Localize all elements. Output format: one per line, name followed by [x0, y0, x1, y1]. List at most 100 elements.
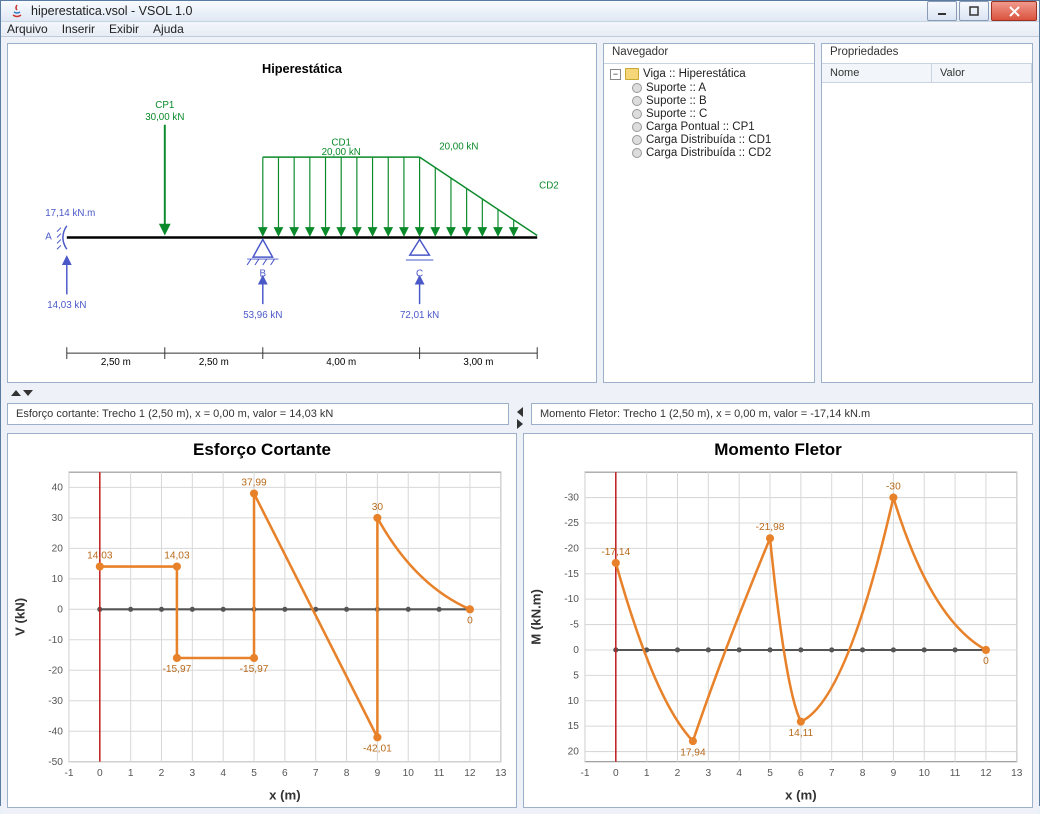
folder-icon — [625, 68, 639, 80]
moment-chart-panel: Momento Fletor -1012345678910111213-30-2… — [523, 433, 1033, 808]
svg-text:0: 0 — [983, 656, 989, 667]
svg-text:6: 6 — [282, 768, 288, 779]
tree-item-label: Suporte :: B — [646, 95, 707, 107]
tree-item[interactable]: Carga Pontual :: CP1 — [632, 121, 808, 133]
support-b-icon — [253, 239, 273, 257]
tree-item[interactable]: Carga Distribuída :: CD1 — [632, 134, 808, 146]
shear-info-strip: Esforço cortante: Trecho 1 (2,50 m), x =… — [7, 403, 509, 425]
close-button[interactable] — [991, 1, 1037, 21]
svg-text:-15: -15 — [564, 569, 579, 580]
titlebar: hiperestatica.vsol - VSOL 1.0 — [1, 1, 1039, 22]
svg-text:11: 11 — [434, 768, 445, 779]
info-strips: Esforço cortante: Trecho 1 (2,50 m), x =… — [7, 403, 1033, 429]
horizontal-splitter[interactable] — [7, 387, 1033, 399]
svg-text:-42,01: -42,01 — [363, 744, 392, 755]
svg-text:V (kN): V (kN) — [12, 598, 27, 636]
svg-text:30: 30 — [52, 513, 64, 524]
beam-diagram[interactable]: Hiperestática A 17,14 kN.m 14,03 kN — [8, 44, 596, 382]
cp1-value: 30,00 kN — [145, 112, 184, 123]
svg-text:20: 20 — [52, 543, 64, 554]
props-col-value[interactable]: Valor — [931, 64, 1031, 83]
svg-text:-1: -1 — [580, 768, 589, 779]
splitter-left-icon — [517, 407, 523, 417]
svg-text:11: 11 — [950, 768, 961, 779]
gear-icon — [632, 83, 642, 93]
svg-text:20: 20 — [568, 747, 580, 758]
properties-table: Nome Valor — [822, 64, 1032, 83]
svg-text:10: 10 — [919, 768, 931, 779]
shear-chart[interactable]: -1012345678910111213-50-40-30-20-1001020… — [8, 462, 516, 807]
tree-toggle-icon[interactable]: − — [610, 69, 621, 80]
svg-text:7: 7 — [829, 768, 835, 779]
splitter-down-icon — [23, 390, 33, 396]
dim-span3: 4,00 m — [326, 357, 356, 368]
tree-item[interactable]: Suporte :: A — [632, 82, 808, 94]
svg-text:5: 5 — [573, 670, 579, 681]
gear-icon — [632, 122, 642, 132]
svg-text:40: 40 — [52, 482, 64, 493]
vertical-splitter[interactable] — [515, 403, 525, 429]
cd2-right-value: 20,00 kN — [439, 141, 478, 152]
maximize-button[interactable] — [959, 1, 989, 21]
tree-root-label: Viga :: Hiperestática — [643, 68, 746, 80]
svg-text:17,94: 17,94 — [680, 747, 706, 758]
menu-exibir[interactable]: Exibir — [109, 22, 139, 36]
svg-text:14,03: 14,03 — [87, 550, 113, 561]
beam-panel: Hiperestática A 17,14 kN.m 14,03 kN — [7, 43, 597, 383]
svg-text:-20: -20 — [564, 543, 579, 554]
svg-text:2: 2 — [159, 768, 165, 779]
tree-item[interactable]: Suporte :: C — [632, 108, 808, 120]
moment-chart-title: Momento Fletor — [524, 434, 1032, 462]
svg-text:-21,98: -21,98 — [756, 522, 785, 533]
svg-text:-20: -20 — [48, 665, 63, 676]
svg-text:9: 9 — [375, 768, 381, 779]
svg-text:-17,14: -17,14 — [601, 547, 630, 558]
shear-chart-title: Esforço Cortante — [8, 434, 516, 462]
gear-icon — [632, 96, 642, 106]
svg-text:13: 13 — [1011, 768, 1023, 779]
svg-text:-25: -25 — [564, 518, 579, 529]
navigator-header: Navegador — [604, 44, 814, 64]
tree-item-label: Carga Pontual :: CP1 — [646, 121, 755, 133]
svg-text:12: 12 — [464, 768, 476, 779]
svg-text:15: 15 — [568, 721, 580, 732]
svg-text:-30: -30 — [48, 696, 63, 707]
svg-text:0: 0 — [573, 645, 579, 656]
dim-span1: 2,50 m — [101, 357, 131, 368]
cd1-value: 20,00 kN — [322, 147, 361, 158]
tree-item-label: Suporte :: C — [646, 108, 707, 120]
tree-item-label: Carga Distribuída :: CD1 — [646, 134, 771, 146]
tree-item[interactable]: Carga Distribuída :: CD2 — [632, 147, 808, 159]
tree-root[interactable]: − Viga :: Hiperestática — [610, 68, 808, 80]
svg-text:x (m): x (m) — [269, 787, 301, 802]
properties-header: Propriedades — [822, 44, 1032, 64]
svg-text:2: 2 — [675, 768, 681, 779]
menu-arquivo[interactable]: Arquivo — [7, 22, 48, 36]
svg-text:0: 0 — [57, 604, 63, 615]
tree-item-label: Carga Distribuída :: CD2 — [646, 147, 771, 159]
cd2-arrows — [431, 168, 517, 236]
menu-inserir[interactable]: Inserir — [62, 22, 95, 36]
navigator-panel: Navegador − Viga :: Hiperestática Suport… — [603, 43, 815, 383]
tree-item[interactable]: Suporte :: B — [632, 95, 808, 107]
gear-icon — [632, 109, 642, 119]
support-a-icon — [63, 226, 67, 250]
reaction-b: 53,96 kN — [243, 310, 282, 321]
moment-chart[interactable]: -1012345678910111213-30-25-20-15-10-5051… — [524, 462, 1032, 807]
cp1-name: CP1 — [155, 100, 174, 111]
charts-row: Esforço Cortante -1012345678910111213-50… — [7, 433, 1033, 808]
svg-text:0: 0 — [97, 768, 103, 779]
minimize-button[interactable] — [927, 1, 957, 21]
svg-text:-30: -30 — [564, 493, 579, 504]
props-col-name[interactable]: Nome — [822, 64, 931, 83]
cd2-name: CD2 — [539, 181, 559, 192]
svg-text:3: 3 — [706, 768, 712, 779]
svg-text:-1: -1 — [64, 768, 73, 779]
navigator-tree[interactable]: − Viga :: Hiperestática Suporte :: A Sup… — [604, 64, 814, 164]
splitter-right-icon — [517, 419, 523, 429]
svg-text:14,11: 14,11 — [789, 728, 814, 739]
java-icon — [9, 3, 25, 19]
svg-text:-15,97: -15,97 — [163, 664, 192, 675]
menu-ajuda[interactable]: Ajuda — [153, 22, 184, 36]
svg-text:0: 0 — [613, 768, 619, 779]
